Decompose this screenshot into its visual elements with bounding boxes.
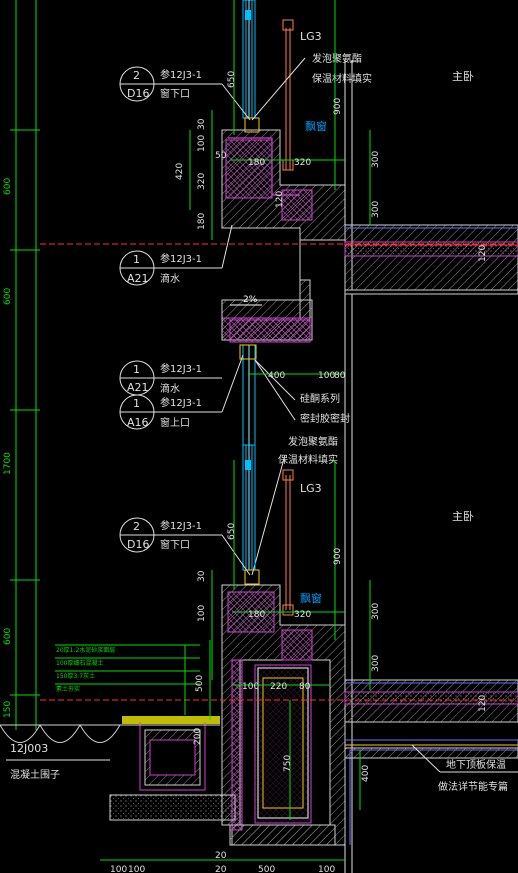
basement-note-2: 做法详节能专篇 [438, 780, 508, 793]
bay-window-lower: 飘窗 [300, 591, 322, 605]
dim-750: 750 [283, 755, 293, 772]
dim-220: 220 [270, 682, 287, 692]
dim-120c: 120 [478, 695, 488, 712]
dim-120b: 120 [478, 245, 488, 262]
callout-2-num: 1 [133, 253, 140, 266]
callout-4-ref: 参12J3-1 [160, 396, 202, 409]
callout-5-desc: 窗下口 [160, 538, 190, 551]
left-dim-600b: 600 [3, 288, 13, 305]
callout-1-sheet: D16 [127, 87, 149, 100]
layer-1: 20厚1:2水泥砂浆面层 [56, 646, 115, 654]
ground-layers: 20厚1:2水泥砂浆面层 100厚细石混凝土 150厚3:7灰土 素土夯实 [55, 644, 200, 715]
callout-1-desc: 窗下口 [160, 87, 190, 100]
upper-floor-slab [344, 224, 518, 295]
lg3-rail-upper: LG3 [282, 19, 322, 171]
left-axis: 600 600 1700 600 150 [3, 0, 40, 730]
dim-bot4: 500 [258, 865, 275, 873]
callout-4-num: 1 [133, 397, 140, 410]
layer-4: 素土夯实 [56, 685, 80, 693]
dim-300b: 300 [371, 201, 381, 218]
dim-200: 200 [193, 728, 203, 745]
concrete-plinth-label: 混凝土围子 [10, 768, 60, 781]
room-master-upper: 主卧 [452, 70, 474, 83]
silicone-note-2: 密封胶密封 [300, 412, 350, 425]
callout-5-num: 2 [133, 520, 140, 533]
drawing-canvas: 600 600 1700 600 150 2% LG3 LG3 发泡聚氨酯 保温… [0, 0, 518, 873]
upper-lintel: 2% [221, 295, 313, 343]
dim-300d: 300 [371, 655, 381, 672]
callout-1-ref: 参12J3-1 [160, 68, 202, 81]
callout-5-ref: 参12J3-1 [160, 519, 202, 532]
dim-900a: 900 [333, 98, 343, 115]
callout-3-sheet: A21 [127, 381, 149, 394]
foam-fill-1-lower: 发泡聚氨酯 [288, 435, 338, 448]
lg3-label-lower: LG3 [300, 482, 322, 495]
cad-wall-section-drawing: 600 600 1700 600 150 2% LG3 LG3 发泡聚氨酯 保温… [0, 0, 518, 873]
callout-2-desc: 滴水 [160, 272, 180, 285]
dim-320b: 320 [197, 173, 207, 190]
dim-50a: 50 [215, 151, 227, 161]
callout-2-ref: 参12J3-1 [160, 252, 202, 265]
dim-300a: 300 [371, 151, 381, 168]
dim-900b: 900 [333, 548, 343, 565]
dim-30a: 30 [197, 118, 207, 130]
dim-650a: 650 [227, 71, 237, 88]
callout-4-desc: 窗上口 [160, 416, 190, 429]
left-dim-1700: 1700 [3, 452, 13, 475]
callout-1-num: 2 [133, 69, 140, 82]
basement-note-1: 地下顶板保温 [446, 758, 506, 771]
left-dim-150: 150 [3, 701, 13, 718]
dim-420: 420 [175, 163, 185, 180]
upper-window [242, 0, 260, 133]
dim-bot2: 100 [128, 865, 145, 873]
dim-80b: 80 [299, 682, 311, 692]
ref-12j003: 12J003 [10, 742, 48, 755]
dim-bot1: 100 [110, 865, 127, 873]
dim-bot3: 20 [215, 851, 227, 861]
silicone-note-1: 硅酮系列 [300, 392, 340, 405]
left-dim-600a: 600 [3, 178, 13, 195]
dim-180c: 180 [248, 610, 265, 620]
callout-5-sheet: D16 [127, 538, 149, 551]
layer-3: 150厚3:7灰土 [56, 672, 95, 680]
foam-fill-2-lower: 保温材料填实 [278, 453, 338, 466]
lower-window [242, 444, 260, 585]
dim-180a: 180 [248, 158, 265, 168]
dim-100d: 100 [242, 682, 259, 692]
dim-100b: 100 [318, 371, 335, 381]
lower-wall-section [221, 584, 346, 846]
dim-500: 500 [195, 675, 205, 692]
callout-3: 1 A21 参12J3-1 滴水 [119, 360, 222, 396]
dim-80a: 80 [334, 371, 346, 381]
foam-fill-1-upper: 发泡聚氨酯 [312, 52, 362, 65]
dim-100a: 100 [197, 135, 207, 152]
dim-30b: 30 [197, 570, 207, 582]
dim-300c: 300 [371, 603, 381, 620]
lg3-label-upper: LG3 [300, 30, 322, 43]
slope-label: 2% [243, 295, 258, 305]
left-dim-600c: 600 [3, 628, 13, 645]
callout-3-ref: 参12J3-1 [160, 362, 202, 375]
callout-3-desc: 滴水 [160, 382, 180, 395]
callout-2-sheet: A21 [127, 272, 149, 285]
dim-180b: 180 [197, 213, 207, 230]
dim-400b: 400 [361, 765, 371, 782]
middle-window [239, 344, 257, 446]
dim-320a: 320 [294, 158, 311, 168]
callout-4-sheet: A16 [127, 416, 149, 429]
dim-650b: 650 [227, 523, 237, 540]
dim-120a: 120 [275, 191, 285, 208]
callout-3-num: 1 [133, 363, 140, 376]
foam-fill-2-upper: 保温材料填实 [312, 72, 372, 85]
dim-320c: 320 [294, 610, 311, 620]
layer-2: 100厚细石混凝土 [56, 659, 103, 667]
dim-400a: 400 [268, 371, 285, 381]
dim-bot5: 100 [318, 865, 335, 873]
callout-2: 1 A21 参12J3-1 滴水 [119, 224, 233, 286]
dim-100c: 100 [197, 605, 207, 622]
bay-window-upper: 飘窗 [305, 119, 327, 133]
dim-bot6: 20 [215, 865, 227, 873]
room-master-lower: 主卧 [452, 510, 474, 523]
